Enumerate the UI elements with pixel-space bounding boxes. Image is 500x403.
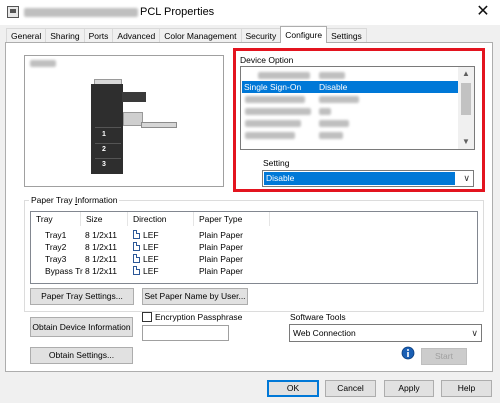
printer-control-panel [122,92,146,102]
column-header-tray[interactable]: Tray [31,212,81,226]
direction-text: LEF [143,266,159,276]
direction-cell: LEF [133,254,159,265]
tab-ports[interactable]: Ports [83,28,114,43]
software-tools-value: Web Connection [293,328,356,338]
tab-color-management[interactable]: Color Management [159,28,242,43]
document-icon [133,254,140,263]
model-name-redacted [30,60,56,67]
printer-name-redacted [24,8,138,17]
paper-type-cell: Plain Paper [199,230,243,240]
paper-tray-table[interactable]: Tray Size Direction Paper Type Tray1 8 1… [30,211,478,284]
size-cell: 8 1/2x11 [85,242,117,252]
direction-cell: LEF [133,230,159,241]
tab-settings[interactable]: Settings [326,28,367,43]
paper-type-cell: Plain Paper [199,242,243,252]
software-tools-label: Software Tools [290,312,346,322]
chevron-down-icon: ∨ [471,328,478,338]
tray-number-label: 1 [102,131,106,138]
paper-type-cell: Plain Paper [199,266,243,276]
printer-output-tray [123,112,143,126]
obtain-device-information-button[interactable]: Obtain Device Information [30,317,133,337]
paper-tray-group-title: Paper Tray Information [29,195,120,205]
tray-cell: Tray3 [45,254,67,264]
cancel-button[interactable]: Cancel [325,380,376,397]
tab-general[interactable]: General [6,28,47,43]
direction-text: LEF [143,230,159,240]
paper-tray-title-rest: nformation [77,195,118,205]
tab-strip: General Sharing Ports Advanced Color Man… [6,26,367,43]
column-header-direction[interactable]: Direction [128,212,194,226]
direction-cell: LEF [133,266,159,277]
tray-divider [95,158,121,159]
ok-button[interactable]: OK [267,380,319,397]
window-title: PCL Properties [140,6,215,18]
paper-type-cell: Plain Paper [199,254,243,264]
tab-sharing[interactable]: Sharing [45,28,85,43]
paper-tray-settings-button[interactable]: Paper Tray Settings... [30,288,134,305]
tab-configure[interactable]: Configure [280,26,328,43]
size-cell: 8 1/2x11 [85,254,117,264]
highlight-frame [233,48,485,192]
tray-number-label: 3 [102,161,106,168]
printer-properties-icon [7,6,19,18]
column-header-paper-type[interactable]: Paper Type [194,212,270,226]
tab-advanced[interactable]: Advanced [112,28,161,43]
tray-cell: Tray2 [45,242,67,252]
software-tools-dropdown[interactable]: Web Connection ∨ [289,324,482,342]
encryption-passphrase-checkbox[interactable] [142,312,152,322]
obtain-settings-button[interactable]: Obtain Settings... [30,347,133,364]
direction-text: LEF [143,254,159,264]
tray-number-label: 2 [102,146,106,153]
tray-cell: Bypass Tr [45,266,83,276]
direction-cell: LEF [133,242,159,253]
start-button[interactable]: Start [421,348,467,365]
printer-bypass-tray [141,122,177,128]
help-button[interactable]: Help [441,380,492,397]
tab-security[interactable]: Security [240,28,282,43]
direction-text: LEF [143,242,159,252]
info-person-icon[interactable] [401,346,415,360]
document-icon [133,230,140,239]
close-icon[interactable]: ✕ [471,2,495,22]
tray-cell: Tray1 [45,230,67,240]
tray-divider [95,143,121,144]
tray-divider [95,127,121,128]
document-icon [133,266,140,275]
size-cell: 8 1/2x11 [85,230,117,240]
set-paper-name-button[interactable]: Set Paper Name by User... [142,288,248,305]
apply-button[interactable]: Apply [384,380,434,397]
document-icon [133,242,140,251]
size-cell: 8 1/2x11 [85,266,117,276]
encryption-passphrase-label: Encryption Passphrase [155,312,243,322]
encryption-passphrase-input[interactable] [142,325,229,341]
column-header-size[interactable]: Size [81,212,128,226]
